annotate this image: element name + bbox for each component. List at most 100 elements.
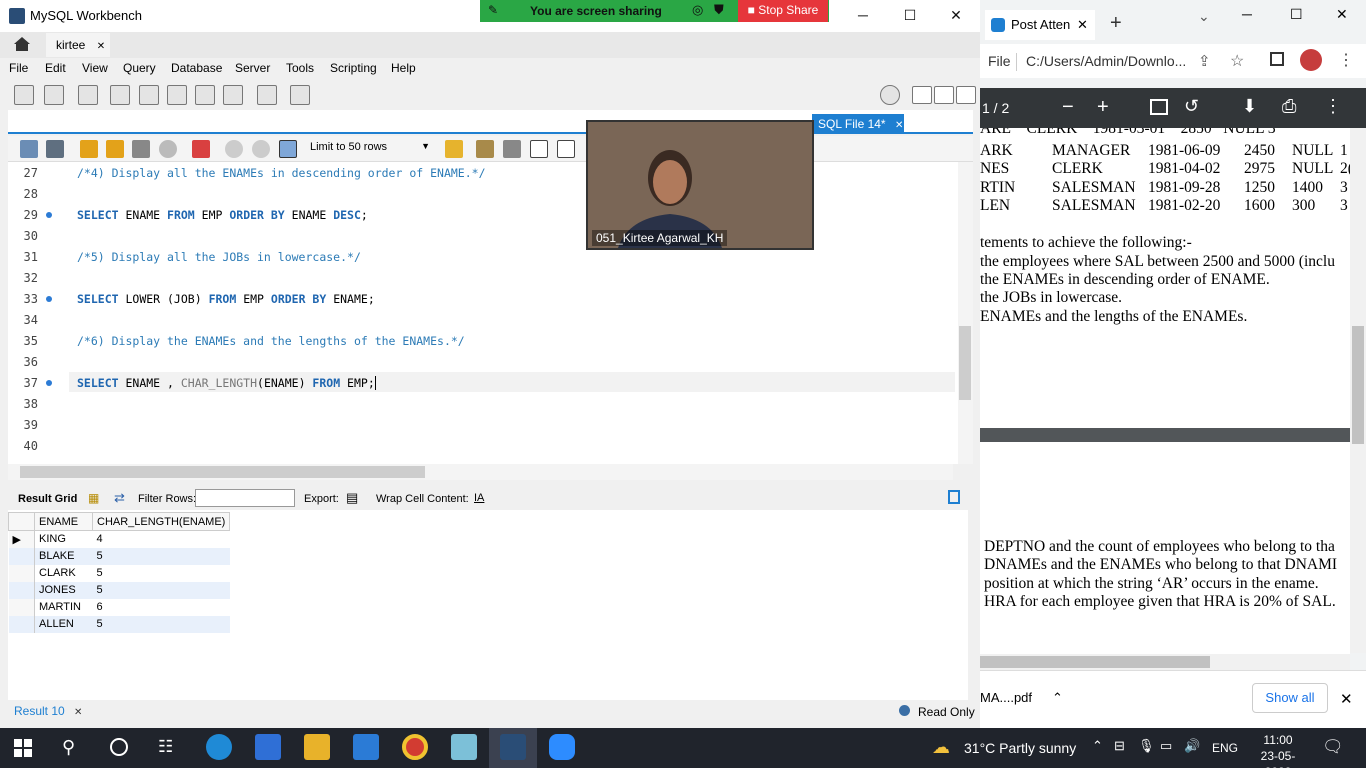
commit-icon[interactable] [225, 140, 243, 158]
open-file-icon[interactable] [20, 140, 38, 158]
toggle-sidebar-icon[interactable] [912, 86, 932, 104]
stop-share-button[interactable]: ■ Stop Share [738, 0, 828, 22]
find-icon[interactable] [503, 140, 521, 158]
browser-minimize-button[interactable]: ─ [1242, 6, 1252, 22]
chrome-icon[interactable] [402, 734, 428, 760]
explain-icon[interactable] [132, 140, 150, 158]
rotate-icon[interactable]: ↺ [1184, 96, 1199, 117]
browser-maximize-button[interactable]: ☐ [1290, 6, 1303, 23]
connection-tab[interactable]: kirtee ✕ [46, 33, 110, 57]
chevron-up-icon[interactable]: ⌃ [1092, 738, 1103, 754]
table-row[interactable]: JONES 5 [8, 581, 230, 599]
table-row[interactable]: ALLEN 5 [8, 615, 230, 633]
create-function-icon[interactable] [223, 85, 243, 105]
close-icon[interactable]: ✕ [895, 120, 903, 131]
show-all-button[interactable]: Show all [1252, 683, 1328, 713]
task-view-icon[interactable]: ☷ [158, 737, 173, 757]
table-cell[interactable]: KING [35, 531, 93, 548]
side-panel-icon[interactable] [1270, 52, 1284, 66]
notifications-icon[interactable]: 🗨 [1322, 737, 1344, 757]
info-icon[interactable]: ◎ [692, 2, 703, 18]
zoom-out-icon[interactable]: − [1062, 96, 1074, 119]
refresh-icon[interactable]: ⇄ [114, 490, 125, 506]
filter-rows-input[interactable] [195, 489, 295, 507]
export-icon[interactable]: ▤ [346, 490, 358, 506]
close-icon[interactable]: ✕ [1077, 10, 1088, 40]
stop-icon[interactable] [159, 140, 177, 158]
open-sql-script-icon[interactable] [44, 85, 64, 105]
close-icon[interactable]: ✕ [1340, 690, 1353, 708]
table-cell[interactable]: 6 [93, 599, 230, 616]
wrap-lines-icon[interactable] [557, 140, 575, 158]
browser-close-button[interactable]: ✕ [1336, 6, 1348, 23]
windows-start-icon[interactable] [14, 739, 32, 757]
weather-text[interactable]: 31°C Partly sunny [964, 740, 1076, 756]
avatar[interactable] [1300, 49, 1322, 71]
close-button[interactable]: ✕ [936, 4, 976, 26]
autocommit-icon[interactable] [279, 140, 297, 158]
pen-icon[interactable]: ✎ [488, 3, 498, 17]
menu-edit[interactable]: Edit [45, 61, 66, 75]
sql-file-tab[interactable]: SQL File 14* ✕ [812, 114, 904, 134]
meet-now-icon[interactable]: ⊟ [1114, 738, 1125, 754]
column-header[interactable]: ENAME [34, 512, 93, 531]
table-cell[interactable]: JONES [34, 581, 93, 599]
more-menu-icon[interactable]: ⋮ [1338, 50, 1354, 70]
table-cell[interactable]: 5 [93, 565, 230, 582]
chevron-down-icon[interactable]: ⌄ [1198, 8, 1210, 25]
store-icon[interactable] [255, 734, 281, 760]
create-table-icon[interactable] [139, 85, 159, 105]
close-icon[interactable]: ✕ [74, 707, 82, 718]
reconnect-icon[interactable] [290, 85, 310, 105]
table-row[interactable]: CLARK 5 [8, 564, 230, 582]
table-cell[interactable]: 5 [92, 615, 230, 633]
gear-icon[interactable] [880, 85, 900, 105]
execute-icon[interactable] [80, 140, 98, 158]
table-row[interactable]: ▶ KING 4 [8, 530, 230, 548]
page-counter[interactable]: 1 / 2 [982, 100, 1009, 116]
table-row[interactable]: BLAKE 5 [8, 547, 230, 565]
create-schema-icon[interactable] [110, 85, 130, 105]
download-icon[interactable]: ⬇ [1242, 96, 1257, 117]
table-cell[interactable]: 5 [92, 581, 230, 599]
cortana-icon[interactable] [110, 738, 128, 756]
result-panel-toggle-icon[interactable] [948, 490, 960, 504]
grid-icon[interactable]: ▦ [88, 491, 99, 505]
invisible-chars-icon[interactable] [530, 140, 548, 158]
home-icon[interactable] [12, 36, 32, 52]
rollback-icon[interactable] [252, 140, 270, 158]
workbench-taskbar-icon[interactable] [500, 734, 526, 760]
create-procedure-icon[interactable] [195, 85, 215, 105]
editor-horizontal-scroll-thumb[interactable] [20, 466, 425, 478]
more-menu-icon[interactable]: ⋮ [1324, 96, 1342, 117]
result-tab[interactable]: Result 10 ✕ [14, 704, 82, 718]
pdf-vertical-scroll-thumb[interactable] [1352, 326, 1364, 444]
file-explorer-icon[interactable] [304, 734, 330, 760]
table-cell[interactable]: BLAKE [34, 547, 93, 565]
table-cell[interactable]: MARTIN [35, 599, 93, 616]
zoom-icon[interactable] [549, 734, 575, 760]
share-icon[interactable]: ⇪ [1198, 52, 1211, 70]
save-icon[interactable] [46, 140, 64, 158]
menu-query[interactable]: Query [123, 61, 156, 75]
create-view-icon[interactable] [167, 85, 187, 105]
menu-help[interactable]: Help [391, 61, 416, 75]
fit-page-icon[interactable] [1150, 99, 1168, 115]
search-icon[interactable]: ⚲ [62, 737, 75, 758]
bookmark-icon[interactable] [445, 140, 463, 158]
minimize-button[interactable]: ─ [843, 4, 883, 26]
mail-icon[interactable] [353, 734, 379, 760]
table-cell[interactable]: 4 [93, 531, 230, 548]
zoom-in-icon[interactable]: + [1097, 96, 1109, 119]
maximize-button[interactable]: ☐ [890, 4, 930, 26]
toggle-secondary-sidebar-icon[interactable] [956, 86, 976, 104]
browser-tab[interactable]: Post Atten ✕ [985, 10, 1095, 40]
toggle-output-icon[interactable] [934, 86, 954, 104]
table-cell[interactable]: 5 [92, 547, 230, 565]
menu-scripting[interactable]: Scripting [330, 61, 377, 75]
clock[interactable]: 11:00 23-05-2022 [1252, 732, 1304, 780]
toggle-error-icon[interactable] [192, 140, 210, 158]
result-grid-button[interactable]: Result Grid [18, 493, 77, 505]
new-tab-button[interactable]: + [1110, 12, 1122, 35]
menu-view[interactable]: View [82, 61, 108, 75]
